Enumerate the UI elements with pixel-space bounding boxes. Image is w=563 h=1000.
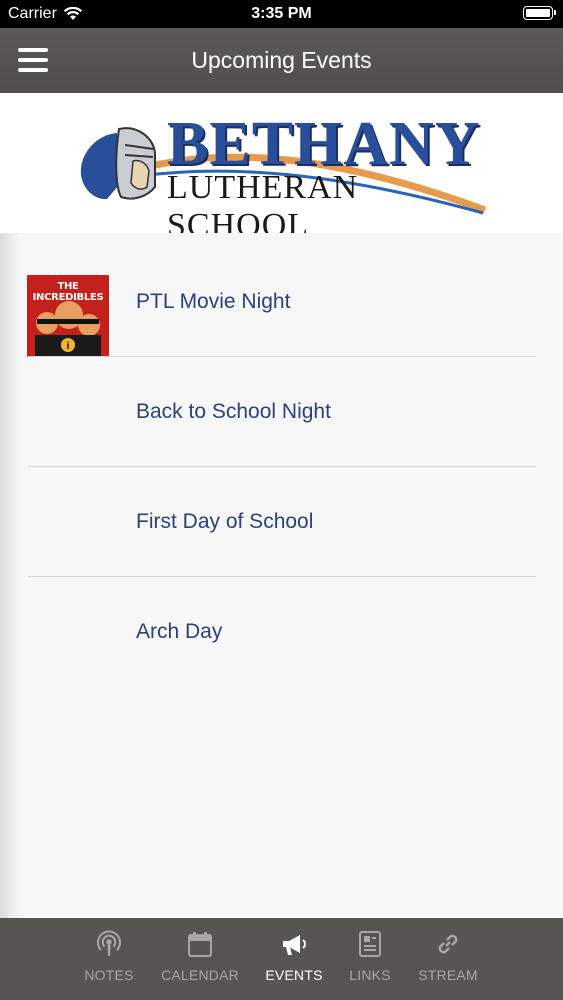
link-icon xyxy=(438,934,458,954)
status-time: 3:35 PM xyxy=(251,5,312,22)
tab-calendar[interactable]: CALENDAR xyxy=(155,918,245,1000)
navigation-bar: Upcoming Events xyxy=(0,28,563,93)
document-icon xyxy=(359,931,381,957)
tab-label: NOTES xyxy=(84,967,134,983)
battery-icon xyxy=(523,6,556,20)
status-bar: Carrier 3:35 PM xyxy=(0,0,563,28)
event-thumbnail: THE INCREDIBLES i xyxy=(27,275,109,357)
tab-label: EVENTS xyxy=(265,967,323,983)
tab-events[interactable]: EVENTS xyxy=(262,918,326,1000)
tab-bar: NOTES CALENDAR EVENTS LINKS STREAM xyxy=(0,918,563,1000)
events-list: THE INCREDIBLES i PTL Movie Night Back t… xyxy=(0,233,563,918)
event-name: Back to School Night xyxy=(136,400,331,423)
movie-poster-icon: i xyxy=(35,301,101,357)
event-item-arch-day[interactable]: Arch Day xyxy=(28,577,536,687)
tab-stream[interactable]: STREAM xyxy=(414,918,482,1000)
calendar-icon xyxy=(188,932,212,957)
school-logo-banner: BETHANY LUTHERAN SCHOOL xyxy=(0,93,563,244)
tab-label: STREAM xyxy=(418,967,478,983)
side-shadow xyxy=(0,233,20,918)
event-item-back-to-school-night[interactable]: Back to School Night xyxy=(28,357,536,467)
svg-text:i: i xyxy=(67,341,70,352)
event-item-ptl-movie-night[interactable]: THE INCREDIBLES i PTL Movie Night xyxy=(27,247,536,357)
event-item-first-day-of-school[interactable]: First Day of School xyxy=(28,467,536,577)
event-name: First Day of School xyxy=(136,510,314,533)
page-title: Upcoming Events xyxy=(191,47,372,73)
tab-label: LINKS xyxy=(349,967,391,983)
podcast-icon xyxy=(97,930,121,956)
megaphone-icon xyxy=(283,935,306,955)
tab-links[interactable]: LINKS xyxy=(344,918,396,1000)
event-name: PTL Movie Night xyxy=(136,290,291,313)
school-logo: BETHANY LUTHERAN SCHOOL xyxy=(75,110,495,244)
tab-label: CALENDAR xyxy=(161,967,239,983)
tab-notes[interactable]: NOTES xyxy=(79,918,139,1000)
event-name: Arch Day xyxy=(136,620,223,643)
